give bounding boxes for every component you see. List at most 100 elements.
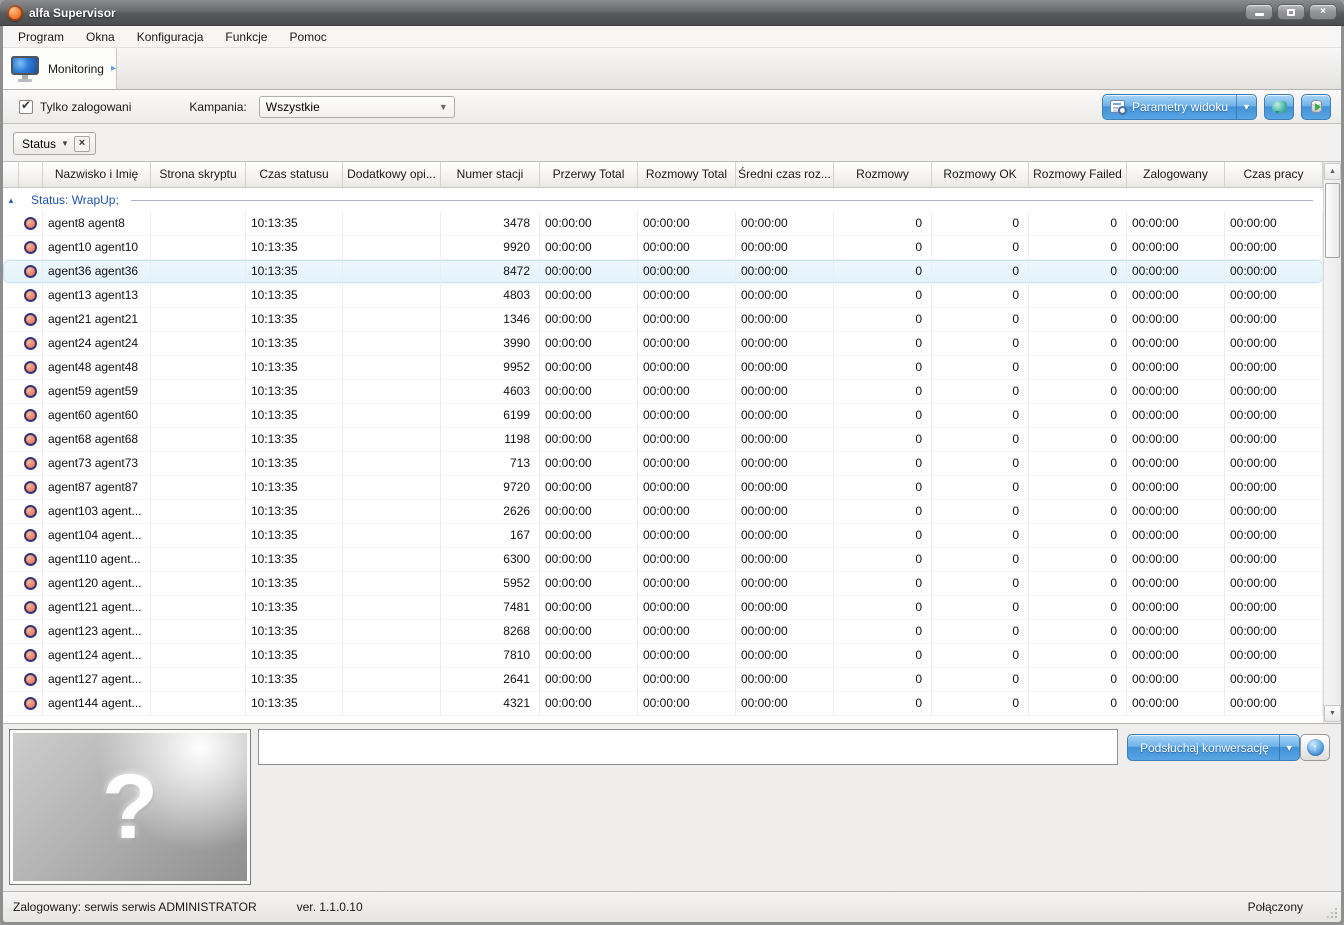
menu-item-program[interactable]: Program bbox=[7, 26, 75, 48]
column-header-avg_call[interactable]: Średni czas roz... bbox=[736, 162, 834, 187]
cell-station: 3990 bbox=[441, 331, 540, 356]
cell-breaks_total: 00:00:00 bbox=[540, 331, 638, 356]
scrollbar-thumb[interactable] bbox=[1325, 183, 1340, 258]
cell-name: agent60 agent60 bbox=[43, 403, 151, 428]
column-header-calls_failed[interactable]: Rozmowy Failed bbox=[1029, 162, 1127, 187]
column-header-calls_ok[interactable]: Rozmowy OK bbox=[932, 162, 1029, 187]
tab-status[interactable]: Status ▼ × bbox=[13, 132, 96, 155]
table-row[interactable]: agent48 agent48 10:13:35 9952 00:00:00 00:00… bbox=[3, 355, 1323, 380]
cell-logged_in: 00:00:00 bbox=[1127, 667, 1225, 692]
cell-calls_total: 00:00:00 bbox=[638, 427, 736, 452]
cell-breaks_total: 00:00:00 bbox=[540, 235, 638, 260]
cell-calls_ok: 0 bbox=[932, 403, 1029, 428]
column-header-extra_desc[interactable]: Dodatkowy opi... bbox=[343, 162, 441, 187]
table-row[interactable]: agent59 agent59 10:13:35 4603 00:00:00 00:00… bbox=[3, 379, 1323, 404]
close-button[interactable]: × bbox=[1309, 4, 1337, 20]
menu-item-funkcje[interactable]: Funkcje bbox=[214, 26, 278, 48]
column-header-status_time[interactable]: Czas statusu bbox=[246, 162, 343, 187]
cell-extra_desc bbox=[343, 307, 441, 332]
cell-expander bbox=[3, 548, 19, 572]
menu-item-pomoc[interactable]: Pomoc bbox=[278, 26, 337, 48]
menu-item-okna[interactable]: Okna bbox=[75, 26, 126, 48]
table-row[interactable]: agent60 agent60 10:13:35 6199 00:00:00 00:00… bbox=[3, 403, 1323, 428]
table-row[interactable]: agent24 agent24 10:13:35 3990 00:00:00 00:00… bbox=[3, 331, 1323, 356]
table-row[interactable]: agent13 agent13 10:13:35 4803 00:00:00 00:00… bbox=[3, 283, 1323, 308]
campaign-select[interactable]: Wszystkie ▼ bbox=[258, 95, 455, 118]
tab-close-button[interactable]: × bbox=[73, 135, 90, 152]
listen-dropdown[interactable]: ▼ bbox=[1278, 735, 1299, 760]
menu-item-konfiguracja[interactable]: Konfiguracja bbox=[126, 26, 215, 48]
table-row[interactable]: agent144 agent... 10:13:35 4321 00:00:00 00:… bbox=[3, 691, 1323, 716]
cell-calls_failed: 0 bbox=[1029, 571, 1127, 596]
column-header-breaks_total[interactable]: Przerwy Total bbox=[540, 162, 638, 187]
table-row[interactable]: agent104 agent... 10:13:35 167 00:00:00 00:0… bbox=[3, 523, 1323, 548]
expand-panel-button[interactable]: ↑ bbox=[1300, 734, 1330, 761]
table-row[interactable]: agent73 agent73 10:13:35 713 00:00:00 00:00:… bbox=[3, 451, 1323, 476]
table-row[interactable]: agent123 agent... 10:13:35 8268 00:00:00 00:… bbox=[3, 619, 1323, 644]
cell-icon bbox=[19, 307, 43, 332]
column-header-work_time[interactable]: Czas pracy bbox=[1225, 162, 1323, 187]
cell-name: agent24 agent24 bbox=[43, 331, 151, 356]
table-row[interactable]: agent127 agent... 10:13:35 2641 00:00:00 00:… bbox=[3, 667, 1323, 692]
column-header-calls[interactable]: Rozmowy bbox=[834, 162, 932, 187]
column-header-name[interactable]: Nazwisko i Imię bbox=[43, 162, 151, 187]
chat-button[interactable] bbox=[1264, 93, 1294, 120]
cell-icon bbox=[19, 259, 43, 284]
cell-logged_in: 00:00:00 bbox=[1127, 235, 1225, 260]
maximize-button[interactable] bbox=[1277, 4, 1305, 20]
table-row[interactable]: agent121 agent... 10:13:35 7481 00:00:00 00:… bbox=[3, 595, 1323, 620]
chevron-right-icon: ▸ bbox=[110, 63, 116, 74]
title-bar[interactable]: alfa Supervisor × bbox=[0, 0, 1344, 26]
table-row[interactable]: agent124 agent... 10:13:35 7810 00:00:00 00:… bbox=[3, 643, 1323, 668]
cell-calls: 0 bbox=[834, 547, 932, 572]
export-button[interactable] bbox=[1301, 93, 1331, 120]
view-params-dropdown[interactable]: ▼ bbox=[1236, 94, 1256, 119]
cell-icon bbox=[19, 595, 43, 620]
cell-calls_total: 00:00:00 bbox=[638, 667, 736, 692]
cell-logged_in: 00:00:00 bbox=[1127, 451, 1225, 476]
column-header-calls_total[interactable]: Rozmowy Total bbox=[638, 162, 736, 187]
table-row[interactable]: agent103 agent... 10:13:35 2626 00:00:00 00:… bbox=[3, 499, 1323, 524]
only-logged-checkbox[interactable]: ✔ bbox=[19, 97, 33, 114]
checkmark-icon: ✔ bbox=[21, 97, 32, 112]
scroll-down-button[interactable]: ▼ bbox=[1324, 705, 1341, 722]
cell-script_page bbox=[151, 211, 246, 236]
cell-extra_desc bbox=[343, 331, 441, 356]
table-row[interactable]: agent10 agent10 10:13:35 9920 00:00:00 00:00… bbox=[3, 235, 1323, 260]
table-row[interactable]: agent21 agent21 10:13:35 1346 00:00:00 00:00… bbox=[3, 307, 1323, 332]
table-header-row: Nazwisko i Imię Strona skryptu Czas status… bbox=[3, 162, 1323, 188]
table-row[interactable]: agent110 agent... 10:13:35 6300 00:00:00 00:… bbox=[3, 547, 1323, 572]
detail-text-field[interactable] bbox=[258, 729, 1118, 765]
cell-calls_ok: 0 bbox=[932, 355, 1029, 380]
resize-grip-icon[interactable] bbox=[1327, 908, 1337, 918]
table-row[interactable]: agent8 agent8 10:13:35 3478 00:00:00 00:00:0… bbox=[3, 211, 1323, 236]
column-header-station[interactable]: Numer stacji bbox=[441, 162, 540, 187]
column-header-script_page[interactable]: Strona skryptu bbox=[151, 162, 246, 187]
table-body-wrap: ▲ Status: WrapUp; agent8 agent8 10:13:35 3… bbox=[3, 188, 1323, 723]
monitoring-button[interactable]: Monitoring ▸ bbox=[3, 48, 117, 89]
table-row[interactable]: agent68 agent68 10:13:35 1198 00:00:00 00:00… bbox=[3, 427, 1323, 452]
cell-expander bbox=[3, 260, 19, 284]
scroll-up-button[interactable]: ▲ bbox=[1324, 163, 1341, 180]
column-header-logged_in[interactable]: Zalogowany bbox=[1127, 162, 1225, 187]
cell-avg_call: 00:00:00 bbox=[736, 427, 834, 452]
cell-avg_call: 00:00:00 bbox=[736, 235, 834, 260]
table-row[interactable]: agent120 agent... 10:13:35 5952 00:00:00 00:… bbox=[3, 571, 1323, 596]
table-row[interactable]: agent36 agent36 10:13:35 8472 00:00:00 00:00… bbox=[3, 259, 1323, 284]
column-header-expander bbox=[3, 162, 19, 187]
view-params-button[interactable]: Parametry widoku ▼ bbox=[1101, 93, 1257, 120]
cell-extra_desc bbox=[343, 547, 441, 572]
cell-avg_call: 00:00:00 bbox=[736, 355, 834, 380]
group-collapse-icon[interactable]: ▲ bbox=[3, 196, 19, 205]
cell-work_time: 00:00:00 bbox=[1225, 595, 1323, 620]
chevron-down-icon: ▼ bbox=[1284, 742, 1294, 753]
cell-calls: 0 bbox=[834, 403, 932, 428]
view-params-label: Parametry widoku bbox=[1131, 99, 1228, 114]
listen-conversation-button[interactable]: Podsłuchaj konwersację ▼ bbox=[1127, 734, 1300, 761]
cell-station: 8472 bbox=[441, 259, 540, 284]
cell-work_time: 00:00:00 bbox=[1225, 523, 1323, 548]
table-row[interactable]: agent87 agent87 10:13:35 9720 00:00:00 00:00… bbox=[3, 475, 1323, 500]
group-row[interactable]: ▲ Status: WrapUp; bbox=[3, 188, 1323, 212]
vertical-scrollbar[interactable]: ▲ ▼ bbox=[1323, 162, 1341, 723]
minimize-button[interactable] bbox=[1245, 4, 1273, 20]
